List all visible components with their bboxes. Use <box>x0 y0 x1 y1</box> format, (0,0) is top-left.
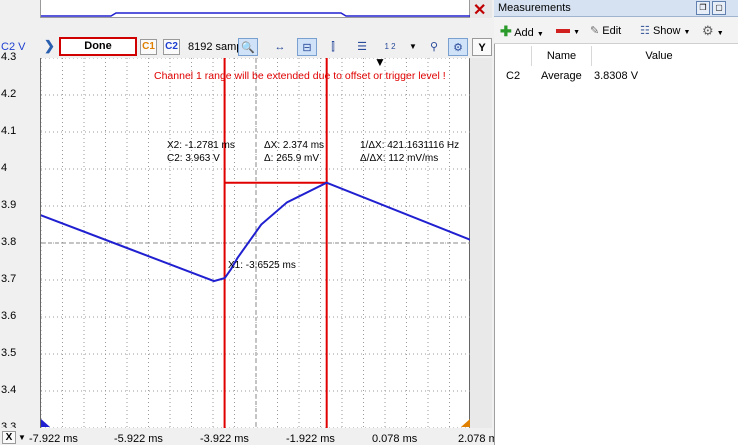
right-limit-marker <box>461 419 470 427</box>
expand-arrow-icon[interactable]: ❯ <box>44 38 55 54</box>
zoom-tool-icon[interactable]: 🔍 <box>238 38 258 56</box>
restore-window-icon[interactable]: ❐ <box>696 1 710 15</box>
x-tick-label: 0.078 ms <box>372 433 418 445</box>
y-tick-label: 3.4 <box>1 384 17 396</box>
show-label: Show <box>652 25 681 37</box>
maximize-window-icon[interactable]: ▢ <box>712 1 726 15</box>
y-tick-label: 3.9 <box>1 199 17 211</box>
plus-icon: ✚ <box>500 23 512 39</box>
align-icon[interactable]: ☰ <box>352 38 372 56</box>
column-header-name[interactable]: Name <box>532 46 592 66</box>
y-tick-label: 4 <box>1 162 8 174</box>
vertical-scrollbar[interactable] <box>470 58 492 428</box>
minus-icon <box>556 29 570 34</box>
channel1-button[interactable]: C1 <box>140 39 157 55</box>
measurements-title: Measurements <box>498 2 571 14</box>
chevron-down-icon: ▼ <box>683 29 691 36</box>
waveform-point <box>223 277 226 279</box>
add-measurement-button[interactable]: ✚ Add ▼ <box>500 22 544 40</box>
y-tick-label: 4.3 <box>1 51 17 63</box>
x-tick-label: -3.922 ms <box>200 433 249 445</box>
waveform-chart <box>41 58 471 428</box>
overview-scrollbar[interactable]: ✕ <box>470 0 492 20</box>
magnifier-icon[interactable]: ⚲ <box>424 38 444 56</box>
range-warning: Channel 1 range will be extended due to … <box>154 70 446 82</box>
y-tick-label: 4.1 <box>1 125 17 137</box>
slope-readout: Δ/ΔX: 112 mV/ms <box>360 153 439 164</box>
x-tick-label: -1.922 ms <box>286 433 335 445</box>
delta-v-readout: Δ: 265.9 mV <box>264 153 320 164</box>
add-label: Add <box>514 27 534 39</box>
row-channel: C2 <box>506 70 521 82</box>
measurements-title-bar: Measurements ❐ ▢ <box>494 0 738 17</box>
x-axis-menu-icon[interactable]: ▼ <box>18 433 26 442</box>
close-icon[interactable]: ✕ <box>473 0 486 20</box>
x-toggle-button[interactable]: X <box>2 431 16 444</box>
remove-measurement-button[interactable]: ▼ <box>556 22 580 40</box>
x-tick-label: -5.922 ms <box>114 433 163 445</box>
waveform-point <box>325 181 328 184</box>
column-header-value[interactable]: Value <box>592 46 726 66</box>
samples-label: 8192 samp <box>188 41 238 53</box>
status-indicator: Done <box>59 37 137 56</box>
channel2-button[interactable]: C2 <box>163 39 180 55</box>
y-tick-label: 3.5 <box>1 347 17 359</box>
y-tick-label: 3.6 <box>1 310 17 322</box>
y-tick-label: 3.8 <box>1 236 17 248</box>
gear-icon: ⚙ <box>702 23 714 38</box>
waveform-point <box>260 223 263 226</box>
pencil-icon: ✎ <box>590 25 600 37</box>
y-tick-label: 3.7 <box>1 273 17 285</box>
number-format-icon[interactable]: 1 2 <box>380 38 400 56</box>
waveform-point <box>236 257 239 259</box>
cursor2-time-readout: X2: -1.2781 ms <box>167 140 235 151</box>
waveform-point <box>213 280 215 282</box>
edit-label: Edit <box>602 25 622 37</box>
overview-strip[interactable] <box>40 0 471 18</box>
y-tick-label: 4.2 <box>1 88 17 100</box>
x-tick-label: -7.922 ms <box>29 433 78 445</box>
vertical-cursor-icon[interactable]: ⫿ <box>323 38 343 56</box>
chevron-down-icon: ▼ <box>536 31 544 38</box>
cursor1-label: X1: -3.6525 ms <box>228 260 296 271</box>
column-header-blank <box>498 46 532 66</box>
horizontal-cursor-icon[interactable]: ⊟ <box>297 38 317 56</box>
cursor2-value-readout: C2: 3.963 V <box>167 153 220 164</box>
list-icon: ☷ <box>640 25 650 37</box>
left-limit-marker <box>41 419 50 427</box>
frequency-readout: 1/ΔX: 421.1631116 Hz <box>360 140 460 151</box>
delta-x-readout: ΔX: 2.374 ms <box>264 140 325 151</box>
panel-settings-button[interactable]: ⚙ ▼ <box>702 22 724 40</box>
y-toggle-button[interactable]: Y <box>472 38 492 56</box>
edit-measurement-button[interactable]: ✎ Edit <box>590 22 621 40</box>
chevron-down-icon: ▼ <box>573 29 580 36</box>
cursor-tool-icon[interactable]: ↔ <box>270 38 290 56</box>
settings-icon[interactable]: ⚙ <box>448 38 468 56</box>
plot-area[interactable] <box>40 58 471 428</box>
waveform-point <box>286 201 288 204</box>
dropdown-arrow-icon[interactable]: ▼ <box>409 42 417 51</box>
row-name: Average <box>541 70 582 82</box>
table-row[interactable]: C2 Average 3.8308 V <box>498 67 738 85</box>
trigger-marker-icon[interactable]: ▼ <box>374 55 386 69</box>
chevron-down-icon: ▼ <box>716 30 724 37</box>
show-measurement-button[interactable]: ☷ Show ▼ <box>640 22 690 40</box>
row-value: 3.8308 V <box>594 70 639 82</box>
